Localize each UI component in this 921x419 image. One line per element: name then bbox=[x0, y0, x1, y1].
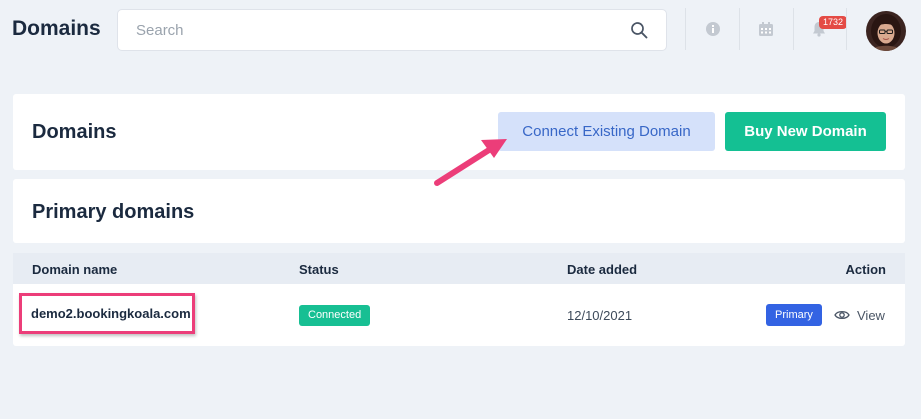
divider bbox=[685, 8, 686, 50]
primary-domains-title: Primary domains bbox=[32, 201, 195, 223]
page-title: Domains bbox=[12, 17, 101, 40]
info-icon[interactable] bbox=[704, 20, 722, 38]
column-header-status: Status bbox=[299, 262, 339, 277]
date-added: 12/10/2021 bbox=[567, 308, 633, 323]
domain-name-cell-highlight: demo2.bookingkoala.com bbox=[19, 293, 195, 334]
domain-name: demo2.bookingkoala.com bbox=[31, 306, 191, 321]
table-header: Domain name Status Date added Action bbox=[13, 253, 905, 284]
section-title: Domains bbox=[32, 121, 117, 143]
eye-icon bbox=[834, 310, 850, 320]
domains-header-card: Domains Connect Existing Domain Buy New … bbox=[13, 94, 905, 170]
divider bbox=[793, 8, 794, 50]
primary-domains-card: Primary domains bbox=[13, 179, 905, 243]
divider bbox=[739, 8, 740, 50]
column-header-action: Action bbox=[845, 262, 886, 277]
notification-count-badge: 1732 bbox=[819, 16, 848, 29]
divider bbox=[846, 8, 847, 50]
search-input[interactable] bbox=[118, 10, 666, 50]
column-header-date-added: Date added bbox=[567, 262, 638, 277]
search-box[interactable] bbox=[117, 9, 667, 51]
search-icon[interactable] bbox=[630, 21, 648, 39]
column-header-domain-name: Domain name bbox=[32, 262, 118, 277]
user-avatar-image bbox=[866, 11, 906, 51]
buy-new-domain-button[interactable]: Buy New Domain bbox=[725, 112, 886, 151]
avatar[interactable] bbox=[866, 11, 906, 51]
connect-existing-domain-button[interactable]: Connect Existing Domain bbox=[498, 112, 715, 151]
view-label: View bbox=[857, 308, 885, 323]
calendar-icon[interactable] bbox=[757, 20, 775, 38]
primary-badge: Primary bbox=[766, 304, 822, 326]
domains-table: Domain name Status Date added Action dem… bbox=[13, 253, 905, 346]
status-badge: Connected bbox=[299, 305, 371, 326]
top-bar: Domains 1732 bbox=[0, 0, 921, 62]
